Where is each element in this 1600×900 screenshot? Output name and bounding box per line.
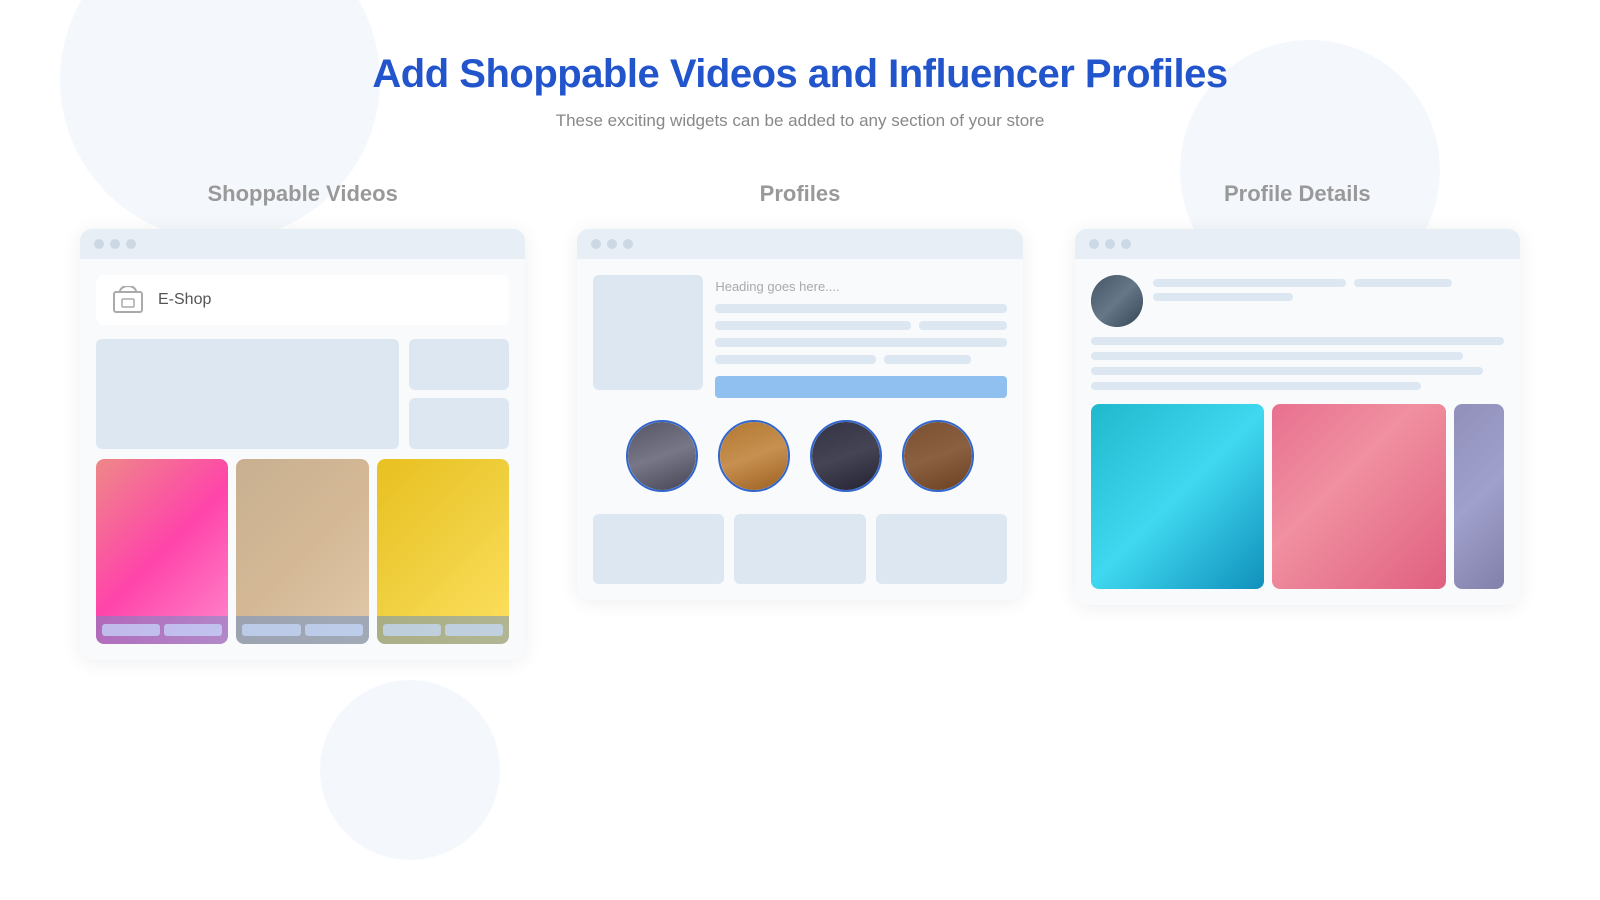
pd-photo-1 (1091, 404, 1265, 589)
prof-topbar (577, 229, 1022, 259)
pd-topbar (1075, 229, 1520, 259)
prof-line-4a (715, 355, 875, 364)
sv-shop-bar: E-Shop (96, 275, 509, 325)
bg-circle-bl (320, 680, 500, 860)
prof-avatar-thumb-2 (720, 422, 788, 490)
shoppable-videos-mockup: E-Shop (80, 229, 525, 660)
shoppable-videos-label: Shoppable Videos (208, 181, 398, 207)
sv-dot-1 (94, 239, 104, 249)
pd-line-1b (1354, 279, 1452, 287)
sv-pill-1b (164, 624, 222, 636)
pd-content (1075, 259, 1520, 605)
sv-side-placeholder (409, 339, 510, 449)
pd-photos-row (1091, 404, 1504, 589)
profile-details-mockup (1075, 229, 1520, 605)
shoppable-videos-section: Shoppable Videos (80, 181, 525, 660)
pd-dot-1 (1089, 239, 1099, 249)
prof-dot-3 (623, 239, 633, 249)
pd-photo-2 (1272, 404, 1446, 589)
shop-icon (110, 285, 146, 315)
sv-main-placeholder (96, 339, 399, 449)
prof-avatar-2[interactable] (718, 420, 790, 492)
main-title: Add Shoppable Videos and Influencer Prof… (0, 52, 1600, 97)
prof-info: Heading goes here.... (715, 275, 1006, 398)
pd-line-2a (1153, 293, 1294, 301)
pd-photo-3 (1454, 404, 1504, 589)
sv-dot-3 (126, 239, 136, 249)
sv-video-2 (236, 459, 368, 644)
page-wrapper: Add Shoppable Videos and Influencer Prof… (0, 0, 1600, 900)
sv-pill-3a (383, 624, 441, 636)
profile-details-label: Profile Details (1224, 181, 1371, 207)
prof-line-1 (715, 304, 1006, 313)
sv-topbar (80, 229, 525, 259)
profile-details-section: Profile Details (1075, 181, 1520, 660)
sv-content: E-Shop (80, 259, 525, 660)
pd-dot-2 (1105, 239, 1115, 249)
prof-top-section: Heading goes here.... (593, 275, 1006, 398)
prof-line-4b (884, 355, 971, 364)
prof-avatar-3[interactable] (810, 420, 882, 492)
pd-line-row-2 (1153, 293, 1504, 301)
sv-overlay-3 (377, 616, 509, 644)
prof-avatar-thumb-1 (628, 422, 696, 490)
profiles-label: Profiles (760, 181, 841, 207)
pd-avatar (1091, 275, 1143, 327)
prof-avatar-1[interactable] (626, 420, 698, 492)
sv-pill-3b (445, 624, 503, 636)
profiles-section: Profiles Heading goes here.... (577, 181, 1022, 660)
prof-avatar-thumb-4 (904, 422, 972, 490)
prof-line-2b (919, 321, 1006, 330)
prof-avatar-4[interactable] (902, 420, 974, 492)
sv-placeholder-row (96, 339, 509, 449)
sv-dot-2 (110, 239, 120, 249)
prof-heading-text: Heading goes here.... (715, 279, 1006, 294)
prof-bottom-card-1 (593, 514, 724, 584)
pd-body-line-4 (1091, 382, 1422, 390)
prof-bottom-card-3 (876, 514, 1007, 584)
sv-video-row (96, 459, 509, 644)
prof-bottom-cards (593, 514, 1006, 584)
sv-video-3 (377, 459, 509, 644)
prof-dot-2 (607, 239, 617, 249)
prof-avatar-thumb-3 (812, 422, 880, 490)
pd-body-lines (1091, 337, 1504, 390)
subtitle: These exciting widgets can be added to a… (0, 111, 1600, 131)
pd-body-line-2 (1091, 352, 1463, 360)
sv-side-1 (409, 339, 510, 390)
sv-overlay-1 (96, 616, 228, 644)
prof-thumb-main (593, 275, 703, 390)
pd-line-row-1 (1153, 279, 1504, 287)
prof-dot-1 (591, 239, 601, 249)
shop-svg (112, 286, 144, 314)
pd-dot-3 (1121, 239, 1131, 249)
prof-cta-button[interactable] (715, 376, 1006, 398)
prof-avatars-row (593, 414, 1006, 498)
pd-body-line-1 (1091, 337, 1504, 345)
sv-overlay-2 (236, 616, 368, 644)
sv-shop-name: E-Shop (158, 291, 211, 309)
sv-pill-2b (305, 624, 363, 636)
cards-row: Shoppable Videos (0, 141, 1600, 660)
pd-top (1091, 275, 1504, 327)
pd-body-line-3 (1091, 367, 1484, 375)
sv-video-1 (96, 459, 228, 644)
sv-pill-1a (102, 624, 160, 636)
prof-line-2a (715, 321, 911, 330)
pd-info-lines (1153, 275, 1504, 301)
prof-content: Heading goes here.... (577, 259, 1022, 600)
prof-line-3 (715, 338, 1006, 347)
prof-bottom-card-2 (734, 514, 865, 584)
header: Add Shoppable Videos and Influencer Prof… (0, 0, 1600, 141)
profiles-mockup: Heading goes here.... (577, 229, 1022, 600)
pd-avatar-inner (1091, 275, 1143, 327)
sv-side-2 (409, 398, 510, 449)
sv-pill-2a (242, 624, 300, 636)
pd-line-1a (1153, 279, 1346, 287)
